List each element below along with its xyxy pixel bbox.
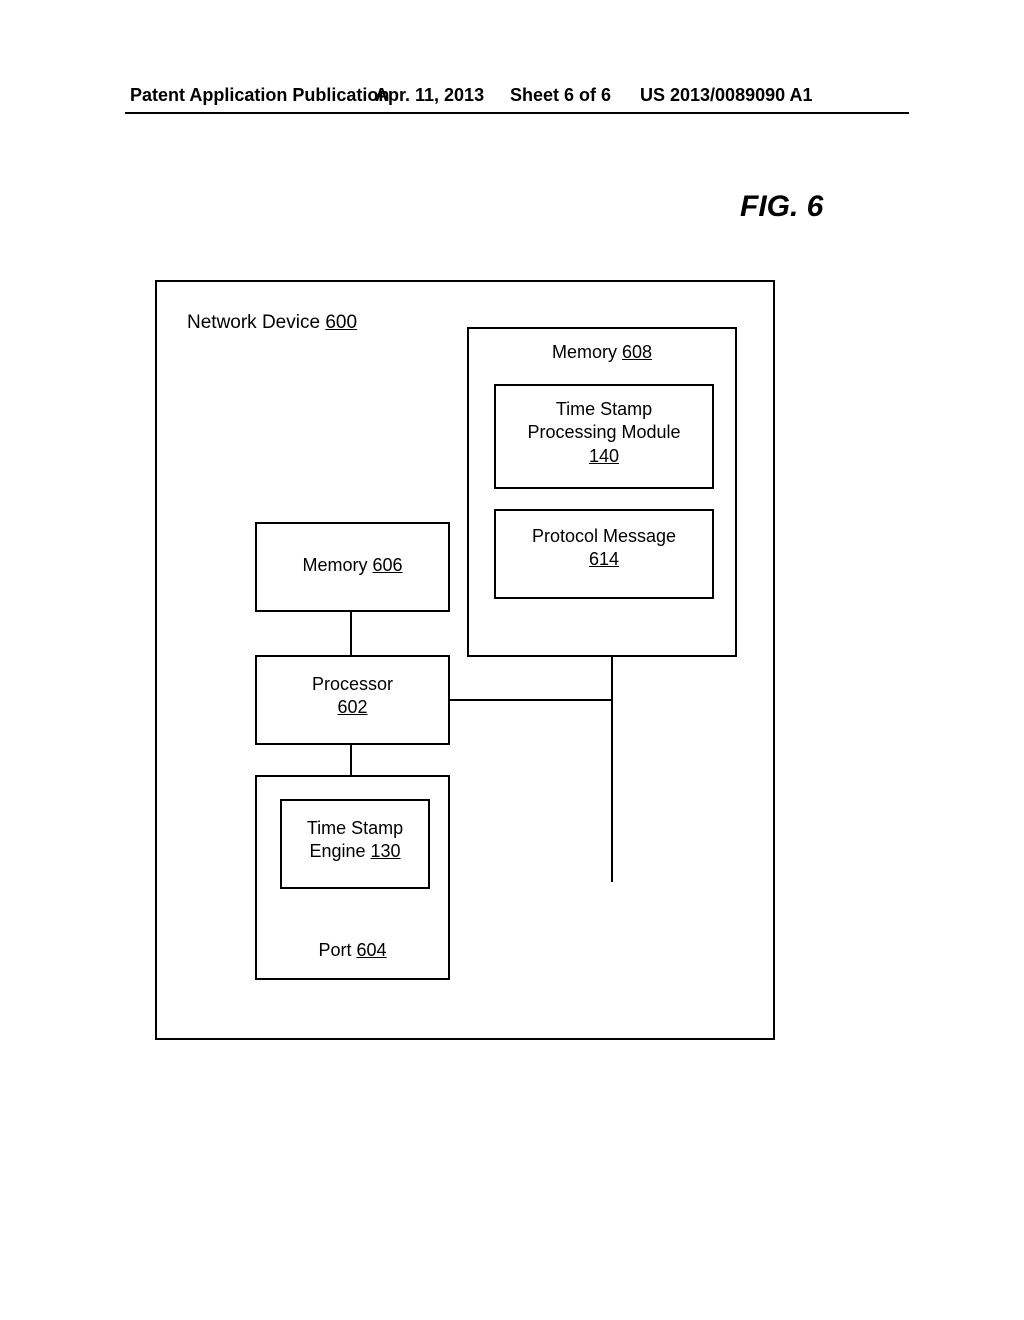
protomsg-ref: 614: [496, 548, 712, 571]
memory-606-ref: 606: [372, 555, 402, 575]
tsmodule-ref: 140: [496, 445, 712, 468]
tsengine-ref: 130: [371, 841, 401, 861]
tsengine-line2: Engine 130: [282, 840, 428, 863]
port-prefix: Port: [318, 940, 356, 960]
tsmodule-line2: Processing Module: [496, 421, 712, 444]
network-device-box: Network Device 600 Memory 608 Time Stamp…: [155, 280, 775, 1040]
memory-606-box: Memory 606: [255, 522, 450, 612]
figure-title: FIG. 6: [740, 190, 823, 224]
tsengine-prefix: Engine: [309, 841, 370, 861]
port-ref: 604: [356, 940, 386, 960]
port-box: Time Stamp Engine 130 Port 604: [255, 775, 450, 980]
processor-label: Processor: [257, 673, 448, 696]
protomsg-label: Protocol Message: [496, 525, 712, 548]
publication-date: Apr. 11, 2013: [375, 85, 484, 106]
memory-606-prefix: Memory: [302, 555, 372, 575]
sheet-number: Sheet 6 of 6: [510, 85, 611, 106]
memory-608-label: Memory 608: [469, 341, 735, 364]
connector-memory608-down: [611, 657, 613, 701]
tsmodule-line1: Time Stamp: [496, 398, 712, 421]
network-device-title: Network Device 600: [187, 312, 357, 334]
timestamp-engine-box: Time Stamp Engine 130: [280, 799, 430, 889]
header-rule: [125, 112, 909, 114]
processor-box: Processor 602: [255, 655, 450, 745]
processor-ref: 602: [257, 696, 448, 719]
port-label: Port 604: [257, 939, 448, 962]
device-title-ref: 600: [325, 312, 357, 333]
connector-memory-processor: [350, 612, 352, 655]
device-title-prefix: Network Device: [187, 312, 325, 333]
protocol-message-box: Protocol Message 614: [494, 509, 714, 599]
memory-608-prefix: Memory: [552, 342, 622, 362]
publication-label: Patent Application Publication: [130, 85, 389, 106]
connector-processor-memory608-h: [450, 699, 613, 701]
timestamp-processing-module-box: Time Stamp Processing Module 140: [494, 384, 714, 489]
page-header: Patent Application Publication Apr. 11, …: [130, 85, 904, 106]
patent-number: US 2013/0089090 A1: [640, 85, 812, 106]
connector-processor-port: [350, 745, 352, 775]
memory-608-box: Memory 608 Time Stamp Processing Module …: [467, 327, 737, 657]
connector-port-right-v: [611, 699, 613, 882]
memory-608-ref: 608: [622, 342, 652, 362]
tsengine-line1: Time Stamp: [282, 817, 428, 840]
